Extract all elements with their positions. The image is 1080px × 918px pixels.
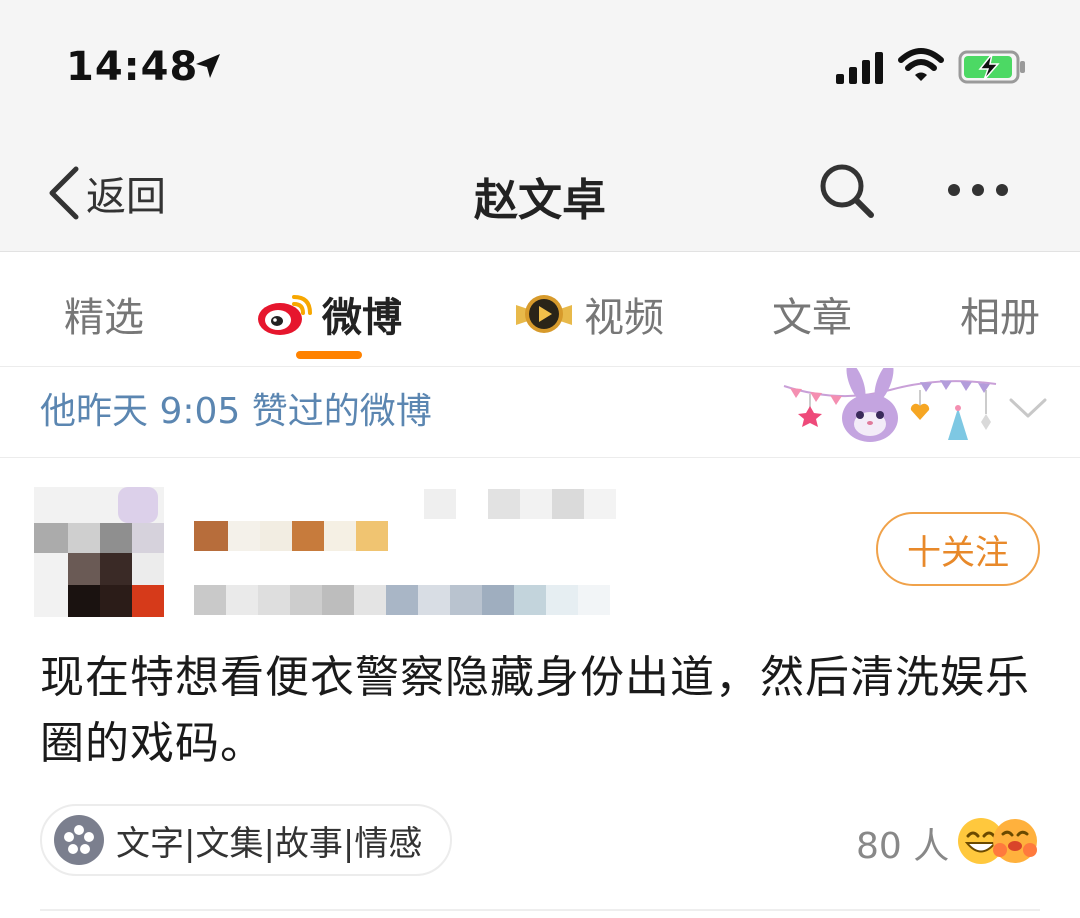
tab-featured[interactable]: 精选 [64, 285, 144, 343]
like-count[interactable]: 80 人 [856, 817, 949, 869]
page-title: 赵文卓 [474, 175, 606, 226]
video-badge-icon [516, 295, 572, 333]
active-tab-indicator [296, 351, 362, 359]
weibo-post: 十关注 现在特想看便衣警察隐藏身份出道，然后清洗娱乐圈的戏码。 文字|文集|故事… [0, 459, 1080, 918]
chevron-down-icon[interactable] [1008, 396, 1048, 420]
flower-icon [54, 815, 104, 865]
user-meta-redacted [194, 585, 634, 617]
battery-charging-icon [958, 50, 1025, 84]
nav-bar: 返回 赵文卓 [0, 130, 1080, 252]
status-time: 14:48 [66, 44, 199, 90]
profile-tabs: 精选 微博 视频 文章 相册 [0, 253, 1080, 367]
bunny-garland-decoration [783, 368, 997, 442]
search-icon[interactable] [818, 162, 876, 220]
hugging-emoji-icon [993, 819, 1037, 863]
topic-label: 文字|文集|故事|情感 [116, 823, 423, 864]
post-text: 现在特想看便衣警察隐藏身份出道，然后清洗娱乐圈的戏码。 [40, 652, 1030, 769]
tab-label: 微博 [322, 295, 402, 341]
tab-label: 文章 [772, 295, 852, 341]
username-redacted[interactable] [194, 521, 404, 555]
tab-label: 精选 [64, 295, 144, 341]
tab-label: 相册 [960, 295, 1040, 341]
avatar[interactable] [34, 487, 164, 617]
weibo-logo-icon [258, 295, 312, 335]
location-arrow-icon [196, 54, 220, 78]
follow-label: 十关注 [907, 532, 1009, 573]
follow-button[interactable]: 十关注 [876, 512, 1040, 586]
tab-articles[interactable]: 文章 [772, 285, 852, 343]
tab-album[interactable]: 相册 [960, 285, 1040, 343]
post-divider [40, 909, 1040, 911]
topic-tag[interactable]: 文字|文集|故事|情感 [40, 804, 453, 876]
liked-post-banner[interactable]: 他昨天 9:05 赞过的微博 [0, 368, 1080, 458]
more-icon[interactable] [946, 180, 1010, 200]
tab-label: 视频 [584, 295, 664, 341]
tab-video[interactable]: 视频 [512, 285, 664, 343]
reaction-icons[interactable] [956, 812, 1046, 872]
tab-weibo[interactable]: 微博 [256, 285, 402, 343]
liked-time-text: 他昨天 9:05 赞过的微博 [40, 391, 432, 432]
status-bar: 14:48 [0, 0, 1080, 130]
wifi-icon [898, 48, 944, 81]
cellular-signal-icon [836, 52, 883, 84]
redacted-blur-top [424, 489, 624, 519]
